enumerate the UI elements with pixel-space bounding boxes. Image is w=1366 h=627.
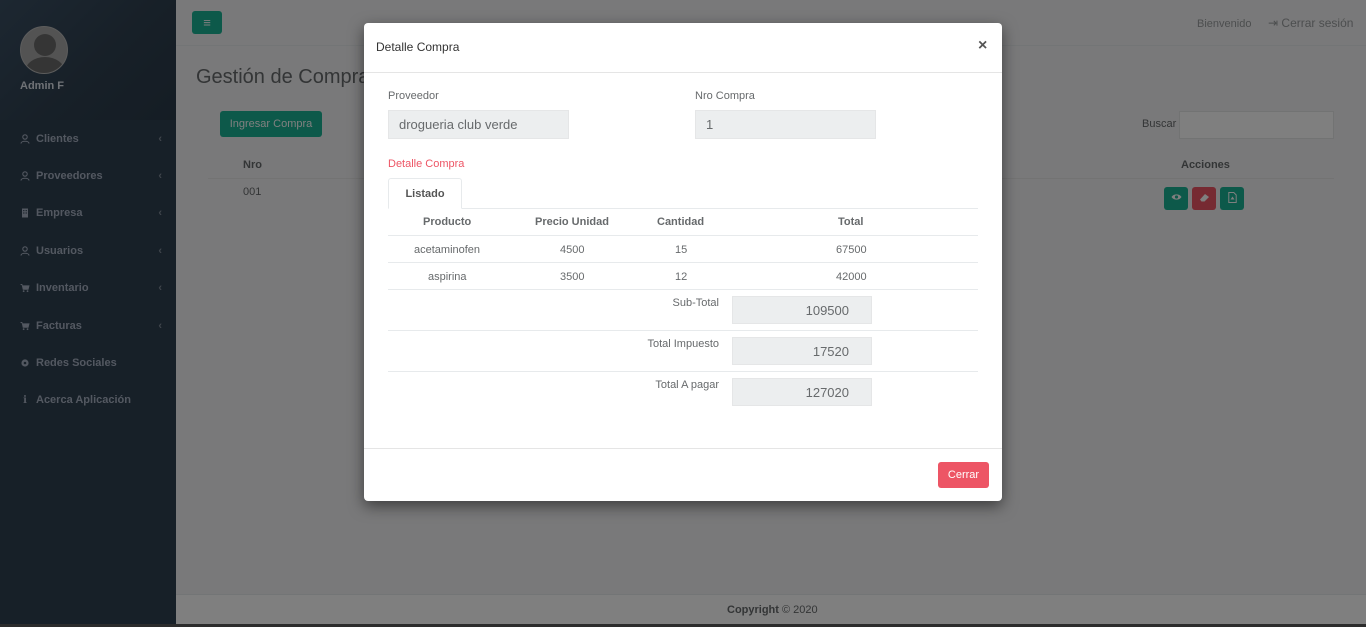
table-divider xyxy=(388,371,978,372)
tab-listado[interactable]: Listado xyxy=(388,178,462,209)
purchase-detail-modal: Detalle Compra × Proveedor drogueria clu… xyxy=(364,23,1002,501)
column-header-producto: Producto xyxy=(423,216,472,228)
column-header-cantidad: Cantidad xyxy=(657,216,705,228)
impuesto-label: Total Impuesto xyxy=(647,338,719,350)
close-icon[interactable]: × xyxy=(978,37,987,55)
table-cell-cantidad: 15 xyxy=(675,244,688,256)
modal-title: Detalle Compra xyxy=(376,40,460,54)
section-title: Detalle Compra xyxy=(388,158,465,170)
table-cell-total: 67500 xyxy=(836,244,867,256)
table-divider xyxy=(388,262,978,263)
table-cell-total: 42000 xyxy=(836,271,867,283)
table-cell-cantidad: 12 xyxy=(675,271,688,283)
modal-header: Detalle Compra × xyxy=(364,23,1002,73)
column-header-total: Total xyxy=(838,216,864,228)
table-cell-producto: aspirina xyxy=(428,271,467,283)
modal-footer-divider xyxy=(364,448,1002,449)
subtotal-field[interactable]: 109500 xyxy=(732,296,872,324)
table-cell-precio: 3500 xyxy=(560,271,585,283)
proveedor-label: Proveedor xyxy=(388,90,439,102)
impuesto-field[interactable]: 17520 xyxy=(732,337,872,365)
column-header-precio: Precio Unidad xyxy=(535,216,609,228)
total-pagar-field[interactable]: 127020 xyxy=(732,378,872,406)
table-divider xyxy=(388,235,978,236)
table-cell-precio: 4500 xyxy=(560,244,585,256)
close-button[interactable]: Cerrar xyxy=(938,462,989,488)
table-divider xyxy=(388,330,978,331)
proveedor-field[interactable]: drogueria club verde xyxy=(388,110,569,139)
tab-divider xyxy=(388,208,978,209)
table-cell-producto: acetaminofen xyxy=(414,244,481,256)
subtotal-label: Sub-Total xyxy=(672,297,719,309)
nro-compra-label: Nro Compra xyxy=(695,90,755,102)
total-pagar-label: Total A pagar xyxy=(655,379,719,391)
nro-compra-field[interactable]: 1 xyxy=(695,110,876,139)
table-divider xyxy=(388,289,978,290)
